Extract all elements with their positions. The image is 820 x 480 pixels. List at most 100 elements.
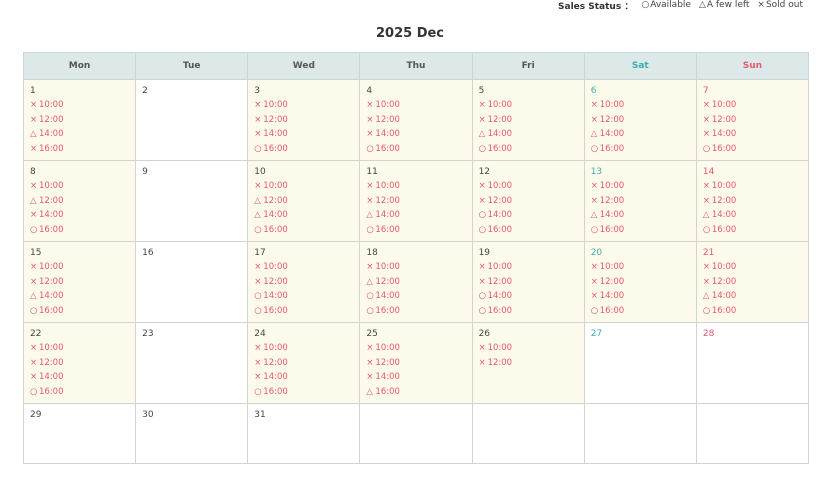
time-slot[interactable]: × 12:00 (366, 113, 471, 128)
time-slot[interactable]: × 14:00 (703, 127, 808, 142)
day-cell[interactable]: 20 × 10:00 × 12:00 × 14:00 ○ 16:00 (583, 241, 697, 323)
time-slot[interactable]: △ 14:00 (30, 289, 135, 304)
time-slot[interactable]: × 12:00 (254, 113, 359, 128)
day-cell[interactable]: 24 × 10:00 × 12:00 × 14:00 ○ 16:00 (247, 322, 361, 404)
time-slot[interactable]: × 12:00 (254, 275, 359, 290)
time-slot[interactable]: × 12:00 (30, 356, 135, 371)
time-slot[interactable]: × 12:00 (703, 275, 808, 290)
day-cell[interactable]: 14 × 10:00 × 12:00 △ 14:00 ○ 16:00 (695, 160, 810, 242)
time-slot[interactable]: × 14:00 (366, 370, 471, 385)
time-slot[interactable]: ○ 14:00 (479, 289, 584, 304)
time-slot[interactable]: × 14:00 (30, 208, 135, 223)
time-slot[interactable]: × 10:00 (366, 260, 471, 275)
day-cell[interactable]: 12 × 10:00 × 12:00 ○ 14:00 ○ 16:00 (471, 160, 585, 242)
time-slot[interactable]: × 10:00 (479, 98, 584, 113)
time-slot[interactable]: × 10:00 (254, 98, 359, 113)
time-slot[interactable]: × 12:00 (254, 356, 359, 371)
time-slot[interactable]: ○ 16:00 (366, 142, 471, 157)
time-slot[interactable]: × 10:00 (366, 179, 471, 194)
time-slot[interactable]: △ 14:00 (703, 289, 808, 304)
time-slot[interactable]: ○ 14:00 (366, 289, 471, 304)
time-slot[interactable]: △ 14:00 (30, 127, 135, 142)
day-cell[interactable]: 4 × 10:00 × 12:00 × 14:00 ○ 16:00 (359, 79, 473, 161)
time-slot[interactable]: × 12:00 (703, 194, 808, 209)
time-slot[interactable]: × 12:00 (366, 356, 471, 371)
time-slot[interactable]: × 10:00 (479, 260, 584, 275)
time-slot[interactable]: ○ 16:00 (591, 223, 696, 238)
day-cell[interactable]: 26 × 10:00 × 12:00 (471, 322, 585, 404)
time-slot[interactable]: △ 12:00 (30, 194, 135, 209)
time-slot[interactable]: ○ 16:00 (703, 304, 808, 319)
time-slot[interactable]: × 14:00 (591, 289, 696, 304)
time-slot[interactable]: × 10:00 (479, 179, 584, 194)
time-slot[interactable]: △ 14:00 (591, 208, 696, 223)
time-slot[interactable]: ○ 16:00 (703, 142, 808, 157)
time-slot[interactable]: △ 16:00 (366, 385, 471, 400)
time-slot[interactable]: × 10:00 (703, 98, 808, 113)
time-slot[interactable]: × 10:00 (254, 341, 359, 356)
time-slot[interactable]: △ 14:00 (254, 208, 359, 223)
time-slot[interactable]: ○ 16:00 (479, 223, 584, 238)
time-slot[interactable]: × 12:00 (479, 113, 584, 128)
time-slot[interactable]: △ 14:00 (479, 127, 584, 142)
day-cell[interactable]: 11 × 10:00 × 12:00 △ 14:00 ○ 16:00 (359, 160, 473, 242)
time-slot[interactable]: × 10:00 (254, 260, 359, 275)
time-slot[interactable]: × 12:00 (479, 356, 584, 371)
time-slot[interactable]: ○ 16:00 (479, 142, 584, 157)
time-slot[interactable]: × 10:00 (591, 98, 696, 113)
day-cell[interactable]: 21 × 10:00 × 12:00 △ 14:00 ○ 16:00 (695, 241, 810, 323)
time-slot[interactable]: × 10:00 (591, 260, 696, 275)
time-slot[interactable]: × 12:00 (591, 113, 696, 128)
time-slot[interactable]: △ 14:00 (366, 208, 471, 223)
time-slot[interactable]: × 10:00 (703, 260, 808, 275)
day-cell[interactable]: 22 × 10:00 × 12:00 × 14:00 ○ 16:00 (22, 322, 137, 404)
time-slot[interactable]: ○ 16:00 (254, 223, 359, 238)
day-cell[interactable]: 19 × 10:00 × 12:00 ○ 14:00 ○ 16:00 (471, 241, 585, 323)
time-slot[interactable]: ○ 16:00 (254, 142, 359, 157)
time-slot[interactable]: × 10:00 (30, 98, 135, 113)
time-slot[interactable]: × 12:00 (591, 194, 696, 209)
day-cell[interactable]: 7 × 10:00 × 12:00 × 14:00 ○ 16:00 (695, 79, 810, 161)
day-cell[interactable]: 8 × 10:00 △ 12:00 × 14:00 ○ 16:00 (22, 160, 137, 242)
time-slot[interactable]: ○ 16:00 (366, 223, 471, 238)
time-slot[interactable]: × 10:00 (30, 341, 135, 356)
time-slot[interactable]: ○ 14:00 (254, 289, 359, 304)
time-slot[interactable]: × 12:00 (591, 275, 696, 290)
time-slot[interactable]: × 10:00 (479, 341, 584, 356)
time-slot[interactable]: △ 12:00 (254, 194, 359, 209)
time-slot[interactable]: ○ 16:00 (591, 142, 696, 157)
time-slot[interactable]: ○ 16:00 (30, 304, 135, 319)
day-cell[interactable]: 15 × 10:00 × 12:00 △ 14:00 ○ 16:00 (22, 241, 137, 323)
time-slot[interactable]: × 10:00 (703, 179, 808, 194)
day-cell[interactable]: 5 × 10:00 × 12:00 △ 14:00 ○ 16:00 (471, 79, 585, 161)
time-slot[interactable]: ○ 16:00 (30, 385, 135, 400)
day-cell[interactable]: 3 × 10:00 × 12:00 × 14:00 ○ 16:00 (247, 79, 361, 161)
day-cell[interactable]: 17 × 10:00 × 12:00 ○ 14:00 ○ 16:00 (247, 241, 361, 323)
time-slot[interactable]: ○ 16:00 (366, 304, 471, 319)
time-slot[interactable]: × 14:00 (366, 127, 471, 142)
time-slot[interactable]: × 12:00 (30, 275, 135, 290)
time-slot[interactable]: × 10:00 (591, 179, 696, 194)
time-slot[interactable]: × 14:00 (254, 370, 359, 385)
time-slot[interactable]: ○ 16:00 (254, 304, 359, 319)
time-slot[interactable]: × 10:00 (366, 341, 471, 356)
time-slot[interactable]: ○ 14:00 (479, 208, 584, 223)
day-cell[interactable]: 18 × 10:00 △ 12:00 ○ 14:00 ○ 16:00 (359, 241, 473, 323)
day-cell[interactable]: 6 × 10:00 × 12:00 △ 14:00 ○ 16:00 (583, 79, 697, 161)
time-slot[interactable]: × 12:00 (479, 194, 584, 209)
time-slot[interactable]: ○ 16:00 (30, 223, 135, 238)
time-slot[interactable]: × 10:00 (30, 179, 135, 194)
time-slot[interactable]: × 14:00 (30, 370, 135, 385)
day-cell[interactable]: 1 × 10:00 × 12:00 △ 14:00 × 16:00 (22, 79, 137, 161)
time-slot[interactable]: × 16:00 (30, 142, 135, 157)
time-slot[interactable]: × 10:00 (254, 179, 359, 194)
time-slot[interactable]: × 12:00 (479, 275, 584, 290)
time-slot[interactable]: × 12:00 (30, 113, 135, 128)
time-slot[interactable]: × 12:00 (366, 194, 471, 209)
time-slot[interactable]: × 10:00 (30, 260, 135, 275)
time-slot[interactable]: ○ 16:00 (703, 223, 808, 238)
time-slot[interactable]: △ 12:00 (366, 275, 471, 290)
day-cell[interactable]: 13 × 10:00 × 12:00 △ 14:00 ○ 16:00 (583, 160, 697, 242)
time-slot[interactable]: × 10:00 (366, 98, 471, 113)
time-slot[interactable]: ○ 16:00 (254, 385, 359, 400)
